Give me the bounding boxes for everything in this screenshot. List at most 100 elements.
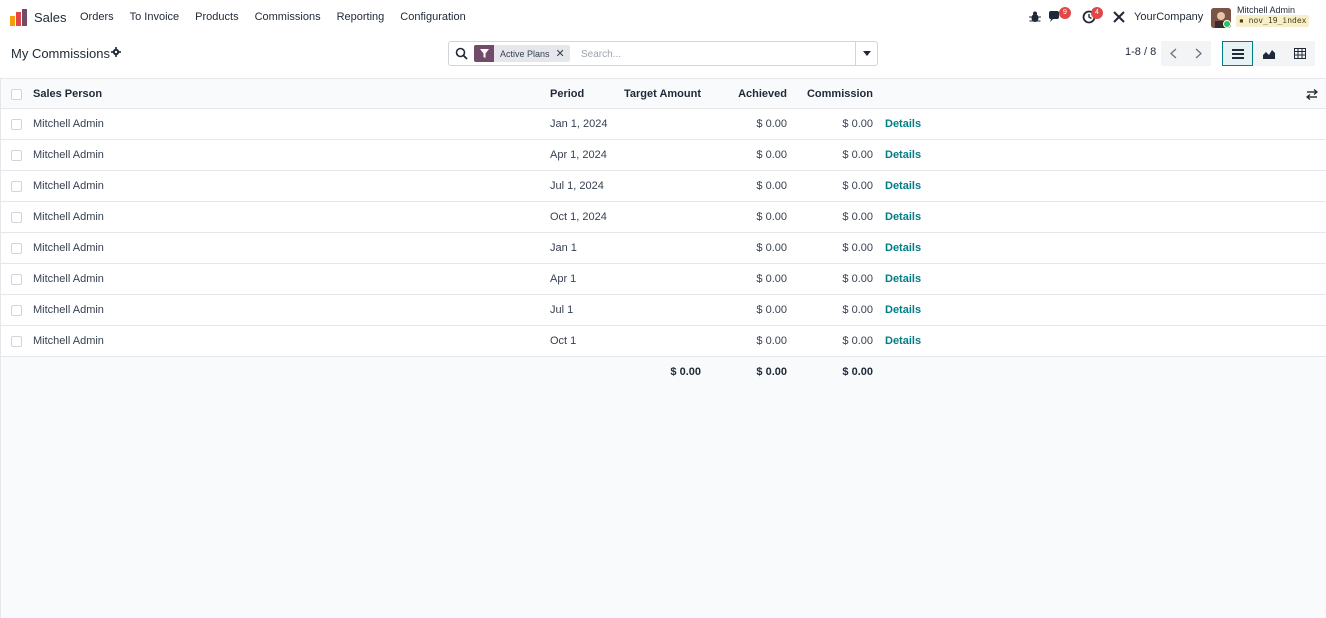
caret-down-icon: [862, 51, 871, 56]
cell-period: Jan 1: [550, 242, 577, 254]
list-view-icon: [1231, 48, 1244, 59]
table-row[interactable]: Mitchell Admin Apr 1 $ 0.00 $ 0.00 Detai…: [0, 264, 1326, 295]
bug-icon[interactable]: [1028, 10, 1042, 24]
database-label: nov_19_index: [1248, 16, 1307, 25]
cell-achieved: $ 0.00: [756, 149, 787, 161]
main-menu: Orders To Invoice Products Commissions R…: [80, 11, 482, 23]
row-checkbox[interactable]: [11, 212, 22, 223]
details-button[interactable]: Details: [885, 140, 921, 170]
cell-commission: $ 0.00: [842, 149, 873, 161]
page-title: My Commissions: [11, 46, 110, 61]
table-header: Sales Person Period Target Amount Achiev…: [0, 78, 1326, 109]
cell-commission: $ 0.00: [842, 273, 873, 285]
cell-period: Apr 1, 2024: [550, 149, 607, 161]
search-icon[interactable]: [455, 47, 468, 60]
cell-sales-person: Mitchell Admin: [33, 304, 104, 316]
header-target-amount[interactable]: Target Amount: [600, 79, 701, 109]
database-icon: ▪: [1239, 16, 1244, 25]
menu-to-invoice[interactable]: To Invoice: [130, 11, 180, 23]
list-view-button[interactable]: [1222, 41, 1253, 66]
details-button[interactable]: Details: [885, 233, 921, 263]
cell-commission: $ 0.00: [842, 118, 873, 130]
details-button[interactable]: Details: [885, 264, 921, 294]
select-all-checkbox[interactable]: [11, 89, 22, 100]
total-target-amount: $ 0.00: [670, 366, 701, 378]
row-checkbox[interactable]: [11, 305, 22, 316]
pager-next-button[interactable]: [1186, 41, 1211, 66]
header-commission[interactable]: Commission: [793, 79, 873, 109]
database-name: ▪ nov_19_index: [1236, 15, 1310, 27]
details-button[interactable]: Details: [885, 295, 921, 325]
cell-achieved: $ 0.00: [756, 304, 787, 316]
table-row[interactable]: Mitchell Admin Jul 1 $ 0.00 $ 0.00 Detai…: [0, 295, 1326, 326]
cell-target-amount: [600, 295, 701, 325]
cell-target-amount: [600, 171, 701, 201]
cell-sales-person: Mitchell Admin: [33, 335, 104, 347]
cell-sales-person: Mitchell Admin: [33, 273, 104, 285]
company-switcher[interactable]: YourCompany: [1134, 11, 1203, 23]
cell-commission: $ 0.00: [842, 180, 873, 192]
app-name[interactable]: Sales: [34, 10, 67, 25]
table-row[interactable]: Mitchell Admin Jan 1 $ 0.00 $ 0.00 Detai…: [0, 233, 1326, 264]
cell-achieved: $ 0.00: [756, 118, 787, 130]
cell-period: Jan 1, 2024: [550, 118, 608, 130]
pivot-table-icon: [1293, 48, 1306, 59]
menu-orders[interactable]: Orders: [80, 11, 114, 23]
table-row[interactable]: Mitchell Admin Oct 1 $ 0.00 $ 0.00 Detai…: [0, 326, 1326, 357]
top-navbar: Sales Orders To Invoice Products Commiss…: [0, 0, 1326, 34]
filter-icon: [474, 45, 494, 62]
header-period[interactable]: Period: [550, 79, 584, 109]
activities-badge: 4: [1091, 7, 1103, 19]
cell-target-amount: [600, 109, 701, 139]
graph-view-button[interactable]: [1253, 41, 1284, 66]
cell-period: Apr 1: [550, 273, 577, 285]
pivot-view-button[interactable]: [1284, 41, 1315, 66]
cell-period: Jul 1, 2024: [550, 180, 604, 192]
filter-facet: Active Plans ✕: [474, 45, 570, 62]
cell-sales-person: Mitchell Admin: [33, 149, 104, 161]
cell-target-amount: [600, 326, 701, 356]
menu-products[interactable]: Products: [195, 11, 238, 23]
cell-commission: $ 0.00: [842, 211, 873, 223]
sales-app-icon[interactable]: [10, 9, 27, 26]
header-achieved[interactable]: Achieved: [707, 79, 787, 109]
table-row[interactable]: Mitchell Admin Apr 1, 2024 $ 0.00 $ 0.00…: [0, 140, 1326, 171]
cell-target-amount: [600, 202, 701, 232]
table-row[interactable]: Mitchell Admin Jan 1, 2024 $ 0.00 $ 0.00…: [0, 109, 1326, 140]
cell-target-amount: [600, 233, 701, 263]
cell-commission: $ 0.00: [842, 335, 873, 347]
table-row[interactable]: Mitchell Admin Jul 1, 2024 $ 0.00 $ 0.00…: [0, 171, 1326, 202]
menu-configuration[interactable]: Configuration: [400, 11, 465, 23]
menu-reporting[interactable]: Reporting: [337, 11, 385, 23]
table-row[interactable]: Mitchell Admin Oct 1, 2024 $ 0.00 $ 0.00…: [0, 202, 1326, 233]
details-button[interactable]: Details: [885, 109, 921, 139]
cell-achieved: $ 0.00: [756, 211, 787, 223]
cell-target-amount: [600, 140, 701, 170]
pager-previous-button[interactable]: [1161, 41, 1186, 66]
menu-commissions[interactable]: Commissions: [255, 11, 321, 23]
user-name[interactable]: Mitchell Admin: [1237, 5, 1295, 15]
total-achieved: $ 0.00: [756, 366, 787, 378]
header-sales-person[interactable]: Sales Person: [33, 79, 102, 109]
content-border: [0, 78, 1, 618]
tools-icon[interactable]: [1112, 10, 1126, 24]
details-button[interactable]: Details: [885, 326, 921, 356]
column-options-icon[interactable]: [1306, 88, 1318, 100]
row-checkbox[interactable]: [11, 274, 22, 285]
cell-commission: $ 0.00: [842, 304, 873, 316]
row-checkbox[interactable]: [11, 119, 22, 130]
facet-label: Active Plans: [500, 48, 550, 59]
search-input[interactable]: [581, 46, 851, 62]
row-checkbox[interactable]: [11, 181, 22, 192]
gear-icon[interactable]: [111, 47, 121, 57]
table-totals-row: $ 0.00 $ 0.00 $ 0.00: [0, 357, 1326, 385]
chevron-left-icon: [1170, 48, 1177, 59]
pager-value[interactable]: 1-8 / 8: [1125, 46, 1156, 58]
search-options-toggle[interactable]: [855, 42, 877, 65]
row-checkbox[interactable]: [11, 243, 22, 254]
row-checkbox[interactable]: [11, 336, 22, 347]
details-button[interactable]: Details: [885, 202, 921, 232]
details-button[interactable]: Details: [885, 171, 921, 201]
facet-remove-icon[interactable]: ✕: [556, 47, 570, 60]
row-checkbox[interactable]: [11, 150, 22, 161]
